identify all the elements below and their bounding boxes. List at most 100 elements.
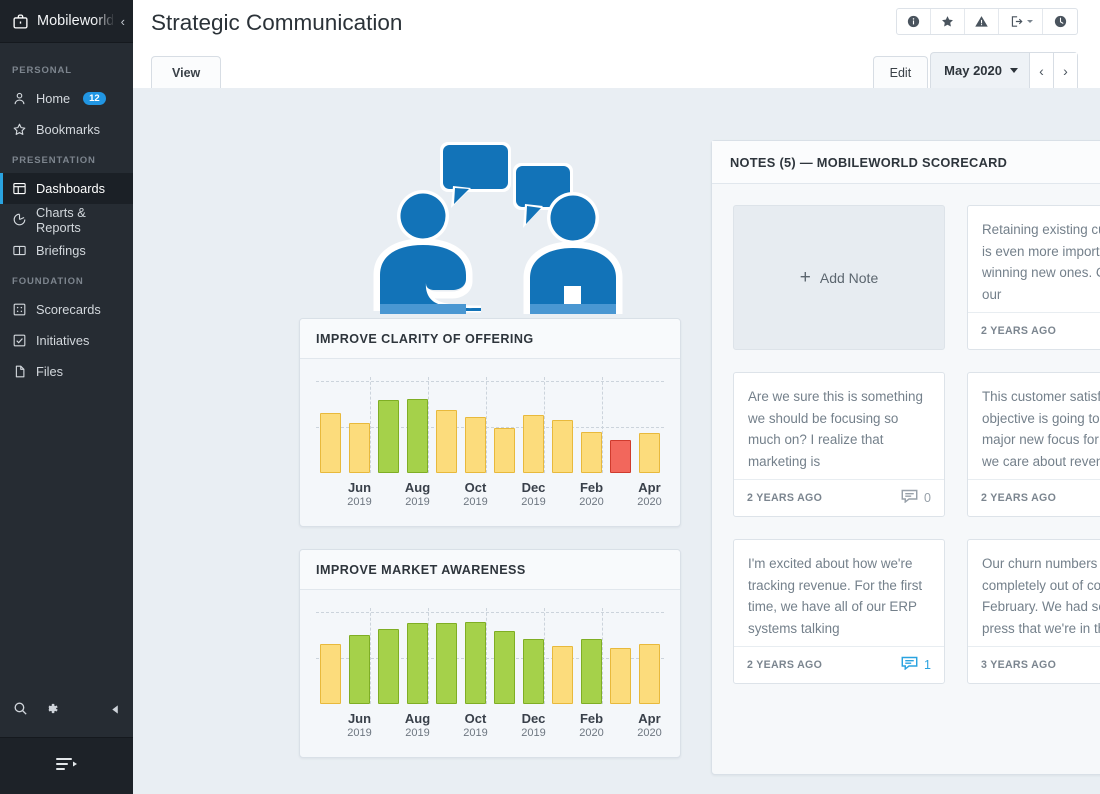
bar-slot[interactable] bbox=[345, 608, 374, 704]
bar-slot[interactable] bbox=[519, 608, 548, 704]
chevron-left-icon[interactable]: ‹ bbox=[121, 15, 125, 28]
sidebar-nav: PERSONAL Home 12 Bookmarks PRESENTATION … bbox=[0, 43, 133, 685]
note-text: Are we sure this is something we should … bbox=[748, 389, 923, 470]
bar[interactable] bbox=[465, 622, 486, 704]
sidebar-item-briefings[interactable]: Briefings bbox=[0, 235, 133, 266]
edit-button[interactable]: Edit bbox=[872, 56, 929, 88]
bar-slot[interactable] bbox=[316, 608, 345, 704]
axis-tick-year: 2019 bbox=[405, 727, 430, 740]
sidebar-footer[interactable] bbox=[0, 737, 133, 794]
bar-slot[interactable] bbox=[606, 608, 635, 704]
bar[interactable] bbox=[523, 415, 544, 473]
bars-container bbox=[316, 608, 664, 704]
info-icon[interactable] bbox=[897, 9, 931, 34]
note-comments[interactable]: 1 bbox=[901, 656, 931, 675]
history-clock-icon[interactable] bbox=[1043, 9, 1077, 34]
bar[interactable] bbox=[610, 440, 631, 473]
bar[interactable] bbox=[494, 631, 515, 704]
prev-period-button[interactable]: ‹ bbox=[1029, 53, 1053, 88]
note-text: This customer satisfaction objective is … bbox=[982, 389, 1100, 470]
bar-slot[interactable] bbox=[432, 377, 461, 473]
bar[interactable] bbox=[610, 648, 631, 704]
search-icon[interactable] bbox=[12, 700, 29, 722]
note-card[interactable]: I'm excited about how we're tracking rev… bbox=[733, 539, 945, 684]
period-selector[interactable]: May 2020 ‹ › bbox=[930, 52, 1078, 88]
gear-icon[interactable] bbox=[43, 700, 60, 722]
axis-tick-year: 2019 bbox=[405, 496, 430, 509]
bar-slot[interactable] bbox=[432, 608, 461, 704]
bar-slot[interactable] bbox=[577, 377, 606, 473]
menu-flow-icon[interactable] bbox=[54, 755, 80, 778]
bar[interactable] bbox=[407, 399, 428, 473]
tab-view[interactable]: View bbox=[151, 56, 222, 88]
bar-slot[interactable] bbox=[635, 608, 664, 704]
bar[interactable] bbox=[407, 623, 428, 704]
bar-slot[interactable] bbox=[548, 377, 577, 473]
note-card[interactable]: Our churn numbers got completely out of … bbox=[967, 539, 1100, 684]
axis-tick: Jun 2019 bbox=[345, 480, 374, 510]
bar-slot[interactable] bbox=[461, 377, 490, 473]
bar[interactable] bbox=[320, 644, 341, 704]
sidebar-item-initiatives[interactable]: Initiatives bbox=[0, 325, 133, 356]
bar[interactable] bbox=[465, 417, 486, 473]
bar[interactable] bbox=[349, 634, 370, 704]
bar[interactable] bbox=[581, 638, 602, 704]
note-footer: 2 YEARS AGO 2 bbox=[968, 312, 1100, 349]
bar-slot[interactable] bbox=[345, 377, 374, 473]
bar-slot[interactable] bbox=[374, 377, 403, 473]
bar-slot[interactable] bbox=[606, 377, 635, 473]
bar-slot[interactable] bbox=[490, 377, 519, 473]
note-card[interactable]: This customer satisfaction objective is … bbox=[967, 372, 1100, 517]
caret-left-icon[interactable] bbox=[110, 702, 121, 720]
dashboard-icon bbox=[12, 181, 27, 196]
bar[interactable] bbox=[494, 427, 515, 473]
bar-slot[interactable] bbox=[577, 608, 606, 704]
chevron-down-icon bbox=[1010, 68, 1018, 73]
sidebar-item-home[interactable]: Home 12 bbox=[0, 83, 133, 114]
bar[interactable] bbox=[552, 646, 573, 704]
bar-slot[interactable] bbox=[403, 377, 432, 473]
sidebar-item-bookmarks[interactable]: Bookmarks bbox=[0, 114, 133, 145]
bar-slot[interactable] bbox=[519, 377, 548, 473]
next-period-button[interactable]: › bbox=[1053, 53, 1077, 88]
sidebar-group-label-personal: PERSONAL bbox=[12, 65, 72, 76]
bar[interactable] bbox=[552, 420, 573, 473]
bar[interactable] bbox=[581, 431, 602, 473]
axis-tick bbox=[432, 711, 461, 741]
note-age: 2 YEARS AGO bbox=[747, 659, 823, 671]
axis-tick-year: 2019 bbox=[521, 496, 546, 509]
bar[interactable] bbox=[378, 629, 399, 704]
star-icon[interactable] bbox=[931, 9, 965, 34]
sidebar-item-charts-reports[interactable]: Charts & Reports bbox=[0, 204, 133, 235]
bar[interactable] bbox=[639, 644, 660, 704]
sidebar-item-dashboards[interactable]: Dashboards bbox=[0, 173, 133, 204]
bar-slot[interactable] bbox=[635, 377, 664, 473]
bar[interactable] bbox=[378, 400, 399, 473]
bar-slot[interactable] bbox=[403, 608, 432, 704]
bar[interactable] bbox=[349, 423, 370, 473]
bar[interactable] bbox=[639, 432, 660, 473]
bar[interactable] bbox=[320, 413, 341, 473]
axis-tick-month: Feb bbox=[579, 480, 604, 495]
bar-slot[interactable] bbox=[374, 608, 403, 704]
axis-tick bbox=[606, 480, 635, 510]
bar-slot[interactable] bbox=[548, 608, 577, 704]
axis-tick bbox=[316, 480, 345, 510]
note-footer: 3 YEARS AGO 0 bbox=[968, 646, 1100, 683]
pie-chart-icon bbox=[12, 212, 27, 227]
note-comments[interactable]: 0 bbox=[901, 489, 931, 508]
sidebar-item-files[interactable]: Files bbox=[0, 356, 133, 387]
note-card[interactable]: Are we sure this is something we should … bbox=[733, 372, 945, 517]
sidebar-item-scorecards[interactable]: Scorecards bbox=[0, 294, 133, 325]
note-card[interactable]: Retaining existing customers is even mor… bbox=[967, 205, 1100, 350]
bar-slot[interactable] bbox=[461, 608, 490, 704]
bar-slot[interactable] bbox=[316, 377, 345, 473]
axis-tick: Oct 2019 bbox=[461, 480, 490, 510]
bar[interactable] bbox=[436, 409, 457, 473]
add-note-button[interactable]: + Add Note bbox=[733, 205, 945, 350]
bar[interactable] bbox=[523, 638, 544, 704]
bar-slot[interactable] bbox=[490, 608, 519, 704]
bar[interactable] bbox=[436, 623, 457, 704]
alert-icon[interactable] bbox=[965, 9, 999, 34]
export-icon[interactable] bbox=[999, 9, 1043, 34]
